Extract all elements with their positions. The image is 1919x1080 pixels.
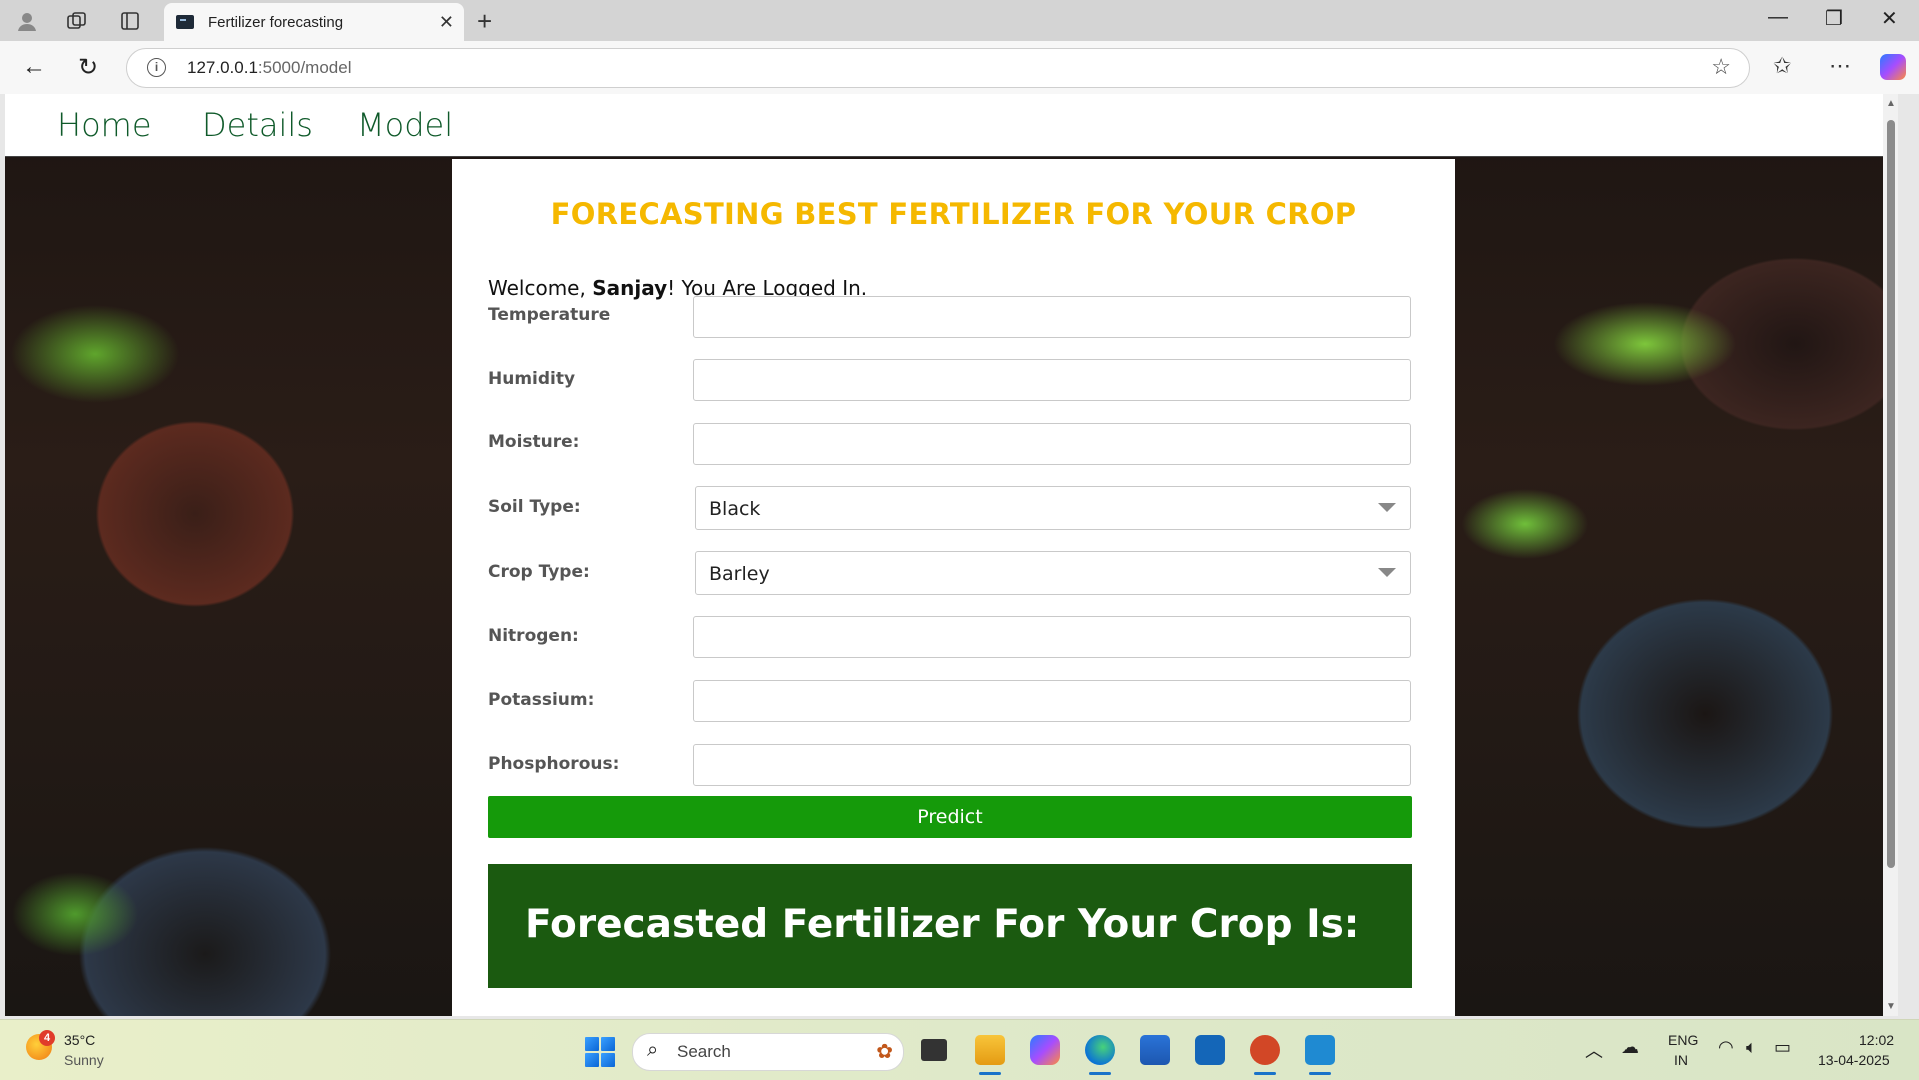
- moisture-label: Moisture:: [488, 432, 580, 452]
- wifi-icon[interactable]: ◠: [1718, 1037, 1734, 1058]
- welcome-prefix: Welcome,: [488, 276, 593, 300]
- humidity-input[interactable]: [693, 359, 1411, 401]
- clock-time[interactable]: 12:02: [1859, 1032, 1894, 1048]
- temperature-label: Temperature: [488, 305, 611, 325]
- scroll-thumb[interactable]: [1887, 120, 1895, 868]
- favorite-star-icon[interactable]: ☆: [1711, 54, 1731, 80]
- browser-tab-bar: Fertilizer forecasting ✕ + — ❐ ✕: [0, 0, 1919, 41]
- vscode-icon[interactable]: [1305, 1035, 1335, 1075]
- nav-home[interactable]: Home: [57, 106, 152, 144]
- vertical-tabs-icon[interactable]: [117, 8, 143, 34]
- soil-type-value: Black: [709, 498, 761, 520]
- new-tab-icon[interactable]: +: [477, 6, 492, 37]
- minimize-icon[interactable]: —: [1768, 6, 1788, 29]
- taskbar-search[interactable]: ⌕ Search ✿: [632, 1033, 904, 1071]
- active-tab[interactable]: Fertilizer forecasting ✕: [164, 3, 464, 41]
- dell-app-icon[interactable]: [1195, 1035, 1225, 1065]
- username: Sanjay: [592, 276, 668, 300]
- back-icon[interactable]: ←: [22, 53, 46, 81]
- page-title: FORECASTING BEST FERTILIZER FOR YOUR CRO…: [550, 197, 1357, 231]
- page-viewport: Home Details Model FORECASTING BEST FERT…: [5, 94, 1898, 1016]
- weather-temperature[interactable]: 35°C: [64, 1032, 95, 1048]
- tab-close-icon[interactable]: ✕: [439, 12, 454, 33]
- task-view-icon[interactable]: [921, 1039, 947, 1061]
- soil-type-label: Soil Type:: [488, 497, 581, 517]
- language-line1[interactable]: ENG: [1668, 1032, 1698, 1048]
- nav-details[interactable]: Details: [202, 106, 313, 144]
- url-path: :5000/model: [257, 58, 352, 77]
- search-icon: ⌕: [647, 1039, 659, 1061]
- nitrogen-input[interactable]: [693, 616, 1411, 658]
- url-text: 127.0.0.1:5000/model: [187, 58, 351, 78]
- weather-condition[interactable]: Sunny: [64, 1052, 104, 1068]
- close-window-icon[interactable]: ✕: [1881, 6, 1898, 31]
- restore-icon[interactable]: ❐: [1825, 6, 1843, 31]
- nitrogen-label: Nitrogen:: [488, 626, 579, 646]
- favorites-icon[interactable]: ✩: [1773, 53, 1791, 79]
- temperature-input[interactable]: [693, 296, 1411, 338]
- file-explorer-icon[interactable]: [975, 1035, 1005, 1075]
- moisture-input[interactable]: [693, 423, 1411, 465]
- crop-type-value: Barley: [709, 563, 770, 585]
- site-info-icon[interactable]: i: [147, 58, 166, 77]
- copilot-app-icon[interactable]: [1030, 1035, 1060, 1065]
- profile-icon[interactable]: [14, 8, 40, 34]
- scroll-down-icon[interactable]: ▼: [1886, 1001, 1896, 1012]
- reload-icon[interactable]: ↻: [78, 53, 98, 82]
- forecast-card: FORECASTING BEST FERTILIZER FOR YOUR CRO…: [452, 159, 1455, 1016]
- clock-date[interactable]: 13-04-2025: [1818, 1052, 1890, 1068]
- address-bar-row: ← ↻ i 127.0.0.1:5000/model ☆ ✩ ⋯: [0, 41, 1919, 94]
- search-highlight-icon: ✿: [876, 1041, 893, 1063]
- battery-icon[interactable]: ▭: [1774, 1037, 1791, 1058]
- phosphorous-label: Phosphorous:: [488, 754, 620, 774]
- powerpoint-icon[interactable]: [1250, 1035, 1280, 1075]
- nav-model[interactable]: Model: [357, 106, 453, 144]
- crop-type-label: Crop Type:: [488, 562, 590, 582]
- predict-button[interactable]: Predict: [488, 796, 1412, 838]
- chevron-down-icon: [1378, 568, 1396, 577]
- page-scrollbar[interactable]: ▲ ▼: [1883, 94, 1898, 1016]
- url-host: 127.0.0.1: [187, 58, 258, 77]
- onedrive-offline-icon[interactable]: ☁: [1621, 1037, 1639, 1058]
- terminal-favicon-icon: [176, 15, 194, 29]
- result-panel: Forecasted Fertilizer For Your Crop Is:: [488, 864, 1412, 988]
- crop-type-select[interactable]: Barley: [695, 551, 1411, 595]
- more-menu-icon[interactable]: ⋯: [1829, 53, 1851, 79]
- chevron-down-icon: [1378, 503, 1396, 512]
- phosphorous-input[interactable]: [693, 744, 1411, 786]
- result-heading: Forecasted Fertilizer For Your Crop Is:: [525, 902, 1360, 947]
- windows-taskbar: 4 35°C Sunny ⌕ Search ✿ ︿ ☁ ENG IN ◠ 🔈︎ …: [0, 1019, 1919, 1080]
- copilot-icon[interactable]: [1880, 54, 1906, 80]
- tab-title: Fertilizer forecasting: [208, 13, 344, 31]
- show-hidden-icons-chevron-icon[interactable]: ︿: [1585, 1037, 1603, 1063]
- soil-type-select[interactable]: Black: [695, 486, 1411, 530]
- search-label: Search: [677, 1042, 731, 1061]
- humidity-label: Humidity: [488, 369, 576, 389]
- microsoft-store-icon[interactable]: [1140, 1035, 1170, 1065]
- edge-browser-icon[interactable]: [1085, 1035, 1115, 1075]
- volume-icon[interactable]: 🔈︎: [1746, 1037, 1757, 1058]
- site-nav: Home Details Model: [5, 94, 1883, 157]
- potassium-label: Potassium:: [488, 690, 595, 710]
- scroll-up-icon[interactable]: ▲: [1886, 98, 1896, 109]
- url-input[interactable]: i 127.0.0.1:5000/model ☆: [126, 48, 1750, 88]
- windows-start-icon[interactable]: [585, 1037, 615, 1067]
- weather-badge: 4: [39, 1030, 55, 1046]
- potassium-input[interactable]: [693, 680, 1411, 722]
- language-line2[interactable]: IN: [1674, 1052, 1688, 1068]
- workspaces-icon[interactable]: [64, 8, 90, 34]
